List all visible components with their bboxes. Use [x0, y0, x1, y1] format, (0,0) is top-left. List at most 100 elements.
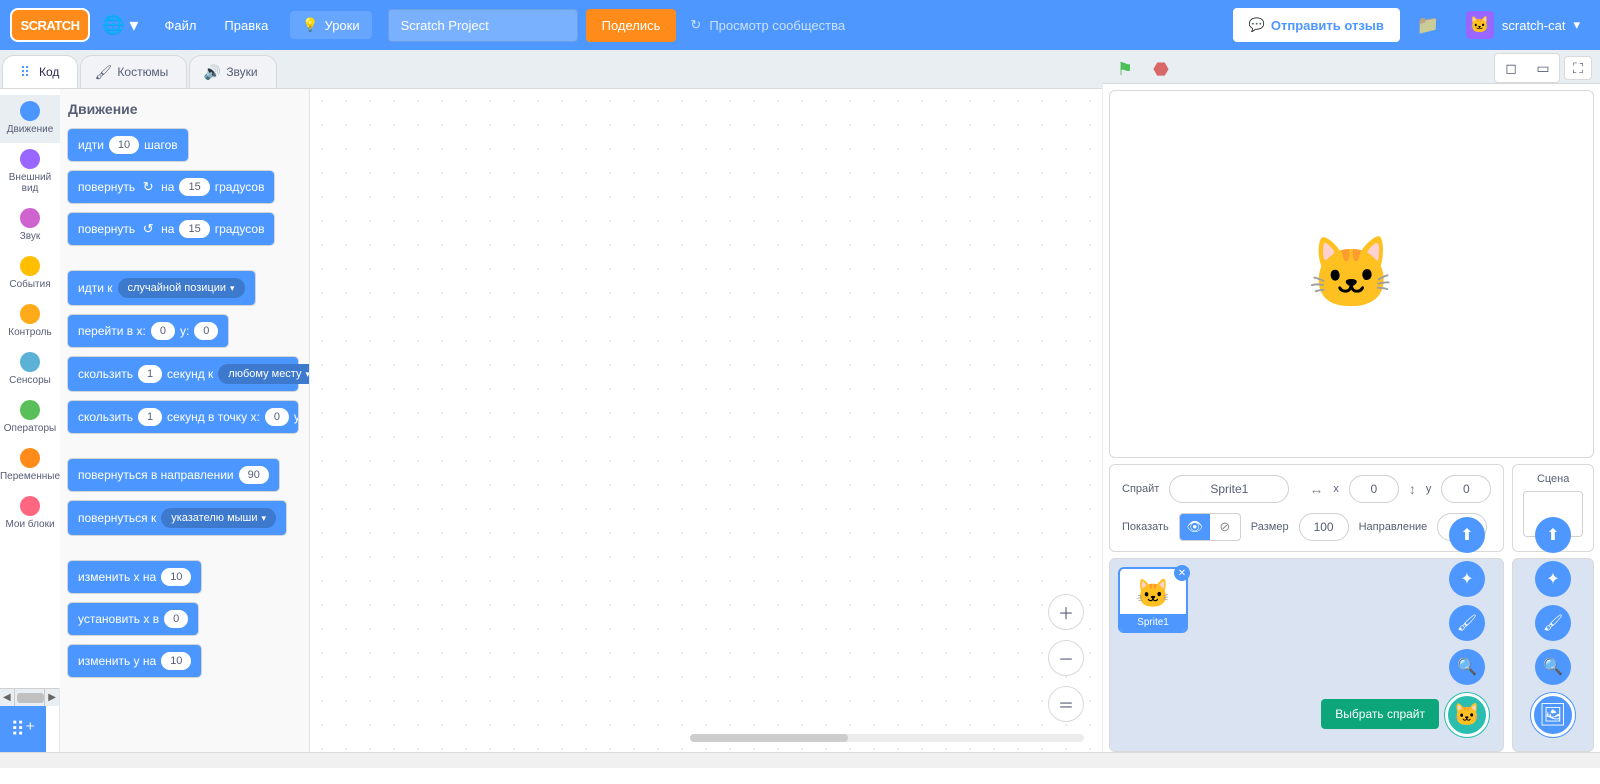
category-dot-icon: [20, 400, 40, 420]
category-Сенсоры[interactable]: Сенсоры: [0, 346, 60, 394]
stage-small-button[interactable]: ◻: [1497, 56, 1525, 80]
paint-backdrop-button[interactable]: 🖌: [1535, 605, 1571, 641]
rotate-ccw-icon: ↺: [140, 221, 156, 237]
category-label: Звук: [20, 231, 41, 242]
xy-arrows-icon: ↔: [1309, 481, 1323, 497]
zoom-out-button[interactable]: －: [1048, 640, 1084, 676]
block-change-x[interactable]: изменить x на 10: [68, 561, 201, 593]
category-label: Движение: [7, 124, 54, 135]
stage[interactable]: 🐱: [1109, 90, 1594, 458]
surprise-backdrop-button[interactable]: ✦: [1535, 561, 1571, 597]
stop-button[interactable]: ⬣: [1147, 55, 1175, 83]
avatar-icon: 🐱: [1466, 11, 1494, 39]
sprite-name-input[interactable]: [1169, 475, 1289, 503]
search-sprite-button[interactable]: 🔍: [1449, 649, 1485, 685]
choose-backdrop-button[interactable]: 🖼: [1531, 693, 1575, 737]
category-Операторы[interactable]: Операторы: [0, 394, 60, 442]
category-label: События: [9, 279, 50, 290]
category-Звук[interactable]: Звук: [0, 202, 60, 250]
category-Переменные[interactable]: Переменные: [0, 442, 60, 490]
surprise-sprite-button[interactable]: ✦: [1449, 561, 1485, 597]
block-categories: Движение Внешний вид Звук События Контроль Се…: [0, 89, 60, 688]
page-scrollbar[interactable]: [0, 752, 1600, 768]
file-menu[interactable]: Файл: [150, 0, 210, 50]
fullscreen-button[interactable]: ⛶: [1564, 56, 1592, 80]
scripts-workspace[interactable]: ＋ － ＝: [310, 89, 1102, 752]
tutorials-label: Уроки: [325, 18, 360, 33]
tab-costumes-label: Костюмы: [117, 65, 168, 79]
sprite-tile-name: Sprite1: [1120, 614, 1186, 631]
category-Мои блоки[interactable]: Мои блоки: [0, 490, 60, 538]
feedback-label: Отправить отзыв: [1271, 18, 1384, 33]
tab-code[interactable]: ⠿ Код: [2, 55, 78, 88]
my-stuff-button[interactable]: 📁: [1408, 9, 1448, 41]
block-point-direction[interactable]: повернуться в направлении 90: [68, 459, 279, 491]
feedback-button[interactable]: 💬 Отправить отзыв: [1233, 8, 1400, 42]
block-goto-menu[interactable]: идти к случайной позиции: [68, 271, 255, 305]
category-label: Мои блоки: [5, 519, 54, 530]
tab-costumes[interactable]: 🖌 Костюмы: [80, 55, 187, 88]
workspace-scrollbar[interactable]: [690, 734, 1084, 742]
block-move-steps[interactable]: идти 10 шагов: [68, 129, 188, 161]
zoom-reset-button[interactable]: ＝: [1048, 686, 1084, 722]
category-dot-icon: [20, 496, 40, 516]
stage-large-button[interactable]: ▭: [1529, 56, 1557, 80]
category-Контроль[interactable]: Контроль: [0, 298, 60, 346]
category-События[interactable]: События: [0, 250, 60, 298]
x-label: x: [1333, 483, 1339, 495]
scroll-thumb[interactable]: [17, 693, 45, 703]
brush-icon: 🖌: [95, 64, 111, 80]
editor-tabs: ⠿ Код 🖌 Костюмы 🔊 Звуки: [0, 50, 1102, 88]
upload-backdrop-button[interactable]: ⬆: [1535, 517, 1571, 553]
block-point-towards[interactable]: повернуться к указателю мыши: [68, 501, 286, 535]
upload-sprite-button[interactable]: ⬆: [1449, 517, 1485, 553]
block-change-y[interactable]: изменить y на 10: [68, 645, 201, 677]
block-turn-cw[interactable]: повернуть ↻ на 15 градусов: [68, 171, 274, 203]
category-Внешний вид[interactable]: Внешний вид: [0, 143, 60, 202]
green-flag-button[interactable]: ⚑: [1111, 55, 1139, 83]
sprite-on-stage[interactable]: 🐱: [1308, 233, 1395, 315]
tutorials-button[interactable]: 💡 Уроки: [290, 11, 371, 39]
scroll-left-arrow[interactable]: ◀: [0, 689, 15, 707]
choose-sprite-button[interactable]: 🐱: [1445, 693, 1489, 737]
scratch-logo[interactable]: SCRATCH: [10, 8, 90, 42]
language-menu[interactable]: 🌐 ▾: [90, 0, 150, 50]
sprite-tile-sprite1[interactable]: ✕ 🐱 Sprite1: [1118, 567, 1188, 633]
category-Движение[interactable]: Движение: [0, 95, 60, 143]
block-set-x[interactable]: установить x в 0: [68, 603, 198, 635]
category-scrollbar[interactable]: ◀ ▶: [0, 688, 59, 706]
stage-label: Сцена: [1537, 473, 1569, 485]
project-title-input[interactable]: [388, 9, 578, 42]
scroll-right-arrow[interactable]: ▶: [44, 689, 59, 707]
block-glide-menu[interactable]: скользить 1 секунд к любому месту: [68, 357, 298, 391]
block-goto-xy[interactable]: перейти в x: 0 y: 0: [68, 315, 228, 347]
search-backdrop-button[interactable]: 🔍: [1535, 649, 1571, 685]
see-community-button[interactable]: ↻ Просмотр сообщества: [676, 17, 859, 33]
category-label: Сенсоры: [9, 375, 51, 386]
account-menu[interactable]: 🐱 scratch-cat ▾: [1456, 11, 1590, 39]
tab-sounds[interactable]: 🔊 Звуки: [189, 55, 276, 88]
block-turn-ccw[interactable]: повернуть ↺ на 15 градусов: [68, 213, 274, 245]
category-dot-icon: [20, 256, 40, 276]
palette-heading: Движение: [68, 101, 301, 117]
show-sprite-button[interactable]: 👁: [1180, 514, 1210, 540]
hide-sprite-button[interactable]: ⊘: [1210, 514, 1240, 540]
block-palette: Движение идти 10 шагов повернуть ↻ на 15…: [60, 89, 310, 752]
edit-menu[interactable]: Правка: [210, 0, 282, 50]
sprite-name-label: Спрайт: [1122, 483, 1159, 495]
backdrop-panel: ⬆ ✦ 🖌 🔍 🖼: [1512, 558, 1594, 752]
share-button[interactable]: Поделись: [586, 9, 677, 42]
delete-sprite-button[interactable]: ✕: [1174, 565, 1190, 581]
sprite-list: ✕ 🐱 Sprite1 ⬆ ✦ 🖌 🔍 🐱 Выбрать спрайт: [1109, 558, 1504, 752]
category-dot-icon: [20, 149, 40, 169]
add-extension-button[interactable]: ⠿⁺: [0, 706, 46, 752]
choose-sprite-tooltip: Выбрать спрайт: [1321, 699, 1439, 729]
sprite-y-input[interactable]: [1441, 475, 1491, 503]
sprite-size-input[interactable]: [1299, 513, 1349, 541]
paint-sprite-button[interactable]: 🖌: [1449, 605, 1485, 641]
block-glide-xy[interactable]: скользить 1 секунд в точку x: 0 y:: [68, 401, 298, 433]
sprite-thumbnail: 🐱: [1136, 573, 1171, 614]
sprite-x-input[interactable]: [1349, 475, 1399, 503]
chevron-down-icon: ▾: [1573, 17, 1580, 33]
zoom-in-button[interactable]: ＋: [1048, 594, 1084, 630]
